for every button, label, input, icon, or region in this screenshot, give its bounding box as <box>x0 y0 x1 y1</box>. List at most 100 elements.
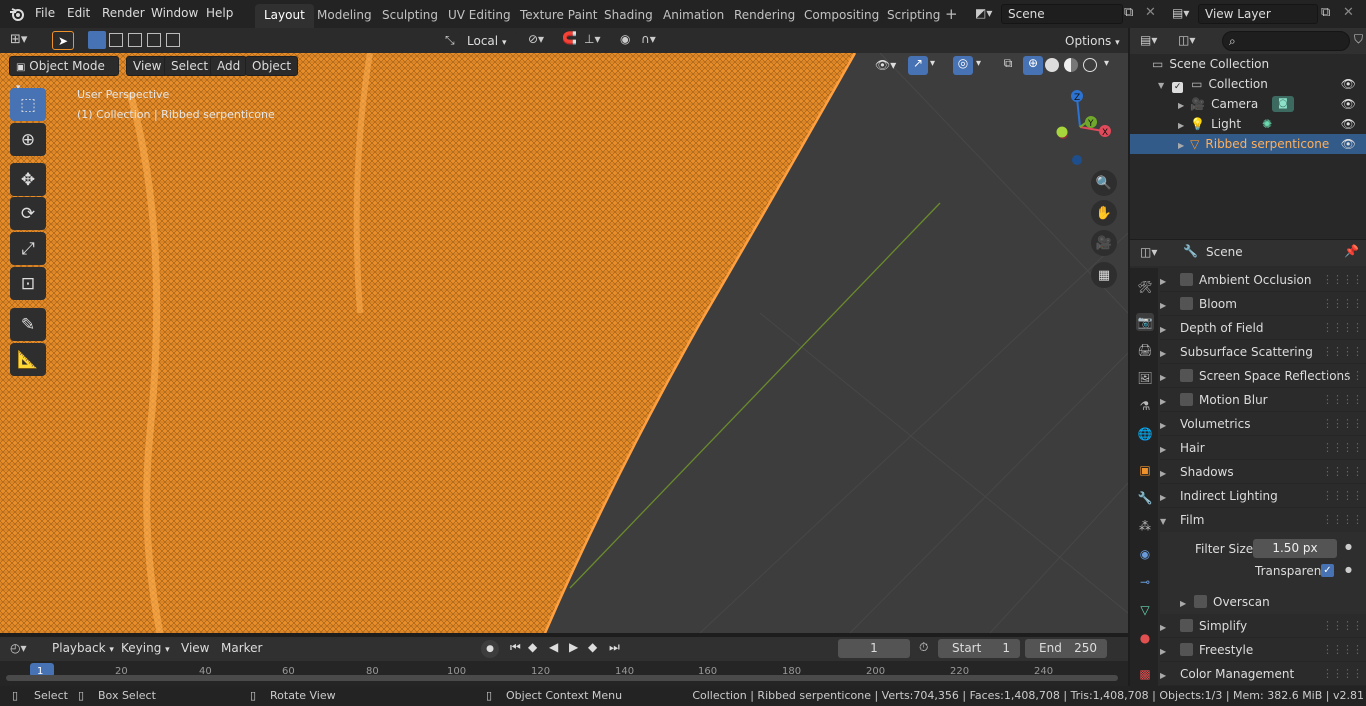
panel-simplify[interactable]: ▶ Simplify ⋮⋮⋮⋮ <box>1160 614 1366 638</box>
falloff-icon[interactable]: ∩▾ <box>641 32 656 46</box>
bloom-checkbox[interactable] <box>1180 297 1193 310</box>
eye-icon[interactable]: 👁 <box>1341 134 1356 154</box>
panel-screen-space-reflections[interactable]: ▶ Screen Space Reflections ⋮⋮⋮⋮ <box>1160 364 1366 388</box>
wireframe-shading-icon[interactable]: ⊕ <box>1023 56 1043 75</box>
expand-icon[interactable]: ▼ <box>1158 81 1164 90</box>
3d-viewport[interactable]: ▣ Object Mode ▾ View Select Add Object 👁… <box>0 53 1128 633</box>
panel-depth-of-field[interactable]: ▶ Depth of Field ⋮⋮⋮⋮ <box>1160 316 1366 340</box>
drag-handle-icon[interactable]: ⋮⋮⋮⋮ <box>1322 364 1363 388</box>
panel-shadows[interactable]: ▶ Shadows ⋮⋮⋮⋮ <box>1160 460 1366 484</box>
outliner-collection[interactable]: ▼ ✓ ▭ Collection 👁 <box>1130 74 1366 94</box>
panel-overscan[interactable]: ▶ Overscan <box>1160 590 1366 614</box>
overlay-toggle-icon[interactable]: ◎ <box>953 56 973 75</box>
xray-icon[interactable]: ⧉ <box>998 56 1018 75</box>
render-tab-icon[interactable]: 📷 <box>1136 313 1154 331</box>
delete-scene-icon[interactable]: ✕ <box>1145 5 1156 20</box>
scene-selector-icon[interactable]: ◩▾ <box>975 6 992 20</box>
panel-hair[interactable]: ▶ Hair ⋮⋮⋮⋮ <box>1160 436 1366 460</box>
transform-tool[interactable]: ⊡ <box>10 267 46 300</box>
tab-layout[interactable]: Layout <box>255 4 314 28</box>
eye-icon[interactable]: 👁 <box>1341 114 1356 134</box>
constraints-tab-icon[interactable]: ⊸ <box>1136 573 1154 591</box>
drag-handle-icon[interactable]: ⋮⋮⋮⋮ <box>1322 340 1363 364</box>
end-frame-field[interactable]: End 250 <box>1025 639 1107 658</box>
select-box-tool[interactable]: ⬚ <box>10 88 46 121</box>
timeline-menu-playback[interactable]: Playback ▾ <box>52 641 114 655</box>
menu-help[interactable]: Help <box>206 6 233 20</box>
drag-handle-icon[interactable]: ⋮⋮⋮⋮ <box>1322 436 1363 460</box>
outliner-scene-collection[interactable]: ▭ Scene Collection <box>1130 54 1366 74</box>
menu-render[interactable]: Render <box>102 6 145 20</box>
play-reverse-icon[interactable]: ◀ <box>549 640 558 654</box>
data-tab-icon[interactable]: ▽ <box>1136 601 1154 619</box>
panel-freestyle[interactable]: ▶ Freestyle ⋮⋮⋮⋮ <box>1160 638 1366 662</box>
drag-handle-icon[interactable]: ⋮⋮⋮⋮ <box>1322 388 1363 412</box>
motion-blur-checkbox[interactable] <box>1180 393 1193 406</box>
select-invert-icon[interactable] <box>147 33 161 47</box>
drag-handle-icon[interactable]: ⋮⋮⋮⋮ <box>1322 484 1363 508</box>
panel-bloom[interactable]: ▶ Bloom ⋮⋮⋮⋮ <box>1160 292 1366 316</box>
expand-icon[interactable]: ▶ <box>1178 101 1184 110</box>
drag-handle-icon[interactable]: ⋮⋮⋮⋮ <box>1322 412 1363 436</box>
new-scene-icon[interactable]: ⧉ <box>1124 5 1133 20</box>
preview-range-icon[interactable]: ⏱ <box>919 640 928 655</box>
select-intersect-icon[interactable] <box>166 33 180 47</box>
outliner-item-light[interactable]: ▶ 💡 Light ✺ 👁 <box>1130 114 1366 134</box>
filter-size-field[interactable]: 1.50 px <box>1253 539 1337 558</box>
panel-subsurface-scattering[interactable]: ▶ Subsurface Scattering ⋮⋮⋮⋮ <box>1160 340 1366 364</box>
eye-icon[interactable]: 👁 <box>1341 74 1356 94</box>
visibility-icon[interactable]: 👁▾ <box>875 58 896 72</box>
tab-animation[interactable]: Animation <box>654 4 733 28</box>
eye-icon[interactable]: 👁 <box>1341 94 1356 114</box>
blender-logo-icon[interactable] <box>9 6 25 22</box>
object-tab-icon[interactable]: ▣ <box>1136 461 1154 479</box>
outliner-search-input[interactable]: ⌕ <box>1222 31 1350 51</box>
view-layer-field[interactable]: View Layer <box>1198 4 1318 24</box>
freestyle-checkbox[interactable] <box>1180 643 1193 656</box>
tab-sculpting[interactable]: Sculpting <box>373 4 447 28</box>
viewport-menu-select[interactable]: Select <box>164 56 216 76</box>
expand-icon[interactable]: ▶ <box>1178 121 1184 130</box>
delete-view-layer-icon[interactable]: ✕ <box>1343 5 1354 20</box>
view-layer-selector-icon[interactable]: ▤▾ <box>1172 6 1189 20</box>
drag-handle-icon[interactable]: ⋮⋮⋮⋮ <box>1322 508 1363 532</box>
proportional-edit-icon[interactable]: ◉ <box>620 32 630 46</box>
move-tool[interactable]: ✥ <box>10 163 46 196</box>
filter-icon[interactable]: ⛉ <box>1354 32 1363 47</box>
jump-start-icon[interactable]: ⏮ <box>510 640 521 655</box>
timeline-menu-view[interactable]: View <box>181 641 209 655</box>
view-layer-tab-icon[interactable]: 🖼 <box>1136 369 1154 387</box>
pin-icon[interactable]: 📌 <box>1344 244 1359 258</box>
timeline-editor-icon[interactable]: ◴▾ <box>10 641 27 655</box>
tab-uv-editing[interactable]: UV Editing <box>439 4 520 28</box>
current-frame-field[interactable]: 1 <box>838 639 910 658</box>
menu-edit[interactable]: Edit <box>67 6 90 20</box>
exclude-checkbox[interactable]: ✓ <box>1172 82 1184 93</box>
expand-icon[interactable]: ▶ <box>1178 141 1184 150</box>
keyframe-dot-icon[interactable]: ● <box>1345 565 1352 574</box>
outliner-item-ribbed-serpenticone[interactable]: ▶ ▽ Ribbed serpenticone 👁 <box>1130 134 1366 154</box>
viewport-menu-add[interactable]: Add <box>210 56 248 76</box>
outliner-editor-icon[interactable]: ▤▾ <box>1140 33 1157 47</box>
snap-icon[interactable]: 🧲 <box>562 31 577 45</box>
tab-rendering[interactable]: Rendering <box>725 4 804 28</box>
gizmo-toggle-icon[interactable]: ↗ <box>908 56 928 75</box>
drag-handle-icon[interactable]: ⋮⋮⋮⋮ <box>1322 292 1363 316</box>
pan-hand-icon[interactable]: ✋ <box>1091 200 1117 226</box>
panel-volumetrics[interactable]: ▶ Volumetrics ⋮⋮⋮⋮ <box>1160 412 1366 436</box>
transform-orientation-select[interactable]: Local ▾ <box>460 31 517 51</box>
tab-scripting[interactable]: Scripting <box>878 4 949 28</box>
next-keyframe-icon[interactable]: ◆ <box>588 640 597 654</box>
material-tab-icon[interactable]: ● <box>1136 629 1154 647</box>
cursor-tool[interactable]: ⊕ <box>10 123 46 156</box>
select-subtract-icon[interactable] <box>128 33 142 47</box>
simplify-checkbox[interactable] <box>1180 619 1193 632</box>
transparent-checkbox[interactable]: ✓ <box>1321 564 1334 577</box>
viewport-menu-view[interactable]: View <box>126 56 169 76</box>
drag-handle-icon[interactable]: ⋮⋮⋮⋮ <box>1322 614 1363 638</box>
play-icon[interactable]: ▶ <box>569 640 578 654</box>
gizmo-dropdown-icon[interactable]: ▾ <box>930 58 935 69</box>
overscan-checkbox[interactable] <box>1194 595 1207 608</box>
navigation-gizmo[interactable]: Z X Y <box>1035 85 1125 170</box>
drag-handle-icon[interactable]: ⋮⋮⋮⋮ <box>1322 662 1363 686</box>
